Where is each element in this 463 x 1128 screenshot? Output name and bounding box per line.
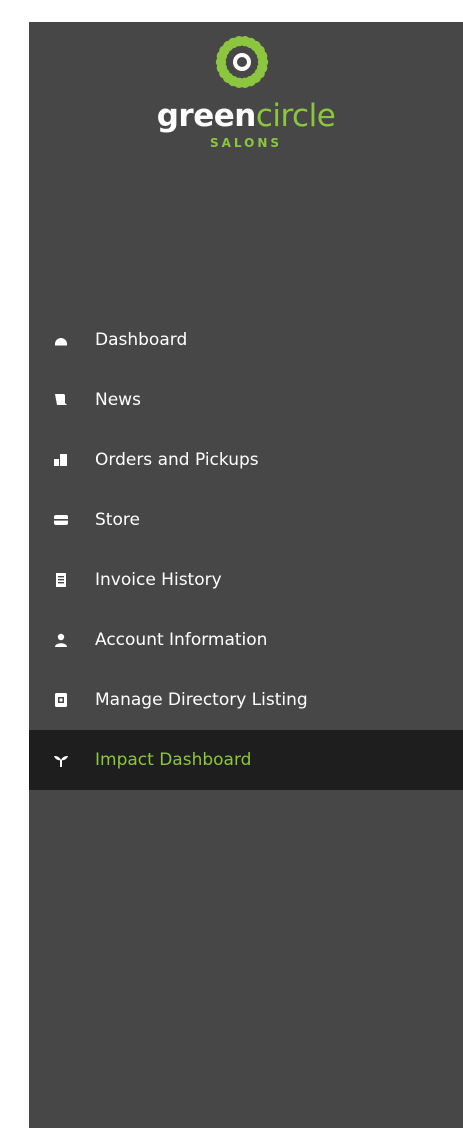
logo[interactable]: greencircle SALONS xyxy=(29,22,463,192)
green-circle-logo-icon xyxy=(215,36,269,88)
sidebar-item-label: Invoice History xyxy=(95,570,222,590)
logo-subtitle: SALONS xyxy=(209,136,283,150)
sidebar-item-label: Manage Directory Listing xyxy=(95,690,308,710)
sidebar-item-news[interactable]: News xyxy=(29,370,463,430)
news-icon xyxy=(53,393,68,408)
invoice-icon xyxy=(53,573,68,588)
sidebar-item-label: Dashboard xyxy=(95,330,188,350)
sidebar-item-dashboard[interactable]: Dashboard xyxy=(29,310,463,370)
logo-wordmark: greencircle xyxy=(29,98,463,134)
sidebar-item-account-information[interactable]: Account Information xyxy=(29,610,463,670)
sprout-icon xyxy=(53,753,68,768)
sidebar-item-store[interactable]: Store xyxy=(29,490,463,550)
sidebar-item-invoice-history[interactable]: Invoice History xyxy=(29,550,463,610)
user-icon xyxy=(53,633,68,648)
sidebar-item-impact-dashboard[interactable]: Impact Dashboard xyxy=(29,730,463,790)
sidebar-item-label: Impact Dashboard xyxy=(95,750,252,770)
sidebar-item-label: Store xyxy=(95,510,140,530)
logo-petal xyxy=(256,50,268,62)
sidebar-nav: Dashboard News Orders and Pickups Store xyxy=(29,310,463,790)
sidebar: greencircle SALONS Dashboard News Orders… xyxy=(29,22,463,1128)
directory-icon xyxy=(53,693,68,708)
dashboard-icon xyxy=(53,333,68,348)
sidebar-item-manage-directory-listing[interactable]: Manage Directory Listing xyxy=(29,670,463,730)
sidebar-item-orders-and-pickups[interactable]: Orders and Pickups xyxy=(29,430,463,490)
sidebar-item-label: News xyxy=(95,390,141,410)
orders-icon xyxy=(53,453,68,468)
sidebar-item-label: Orders and Pickups xyxy=(95,450,259,470)
logo-word-green: green xyxy=(156,98,257,134)
store-icon xyxy=(53,513,68,528)
logo-word-circle: circle xyxy=(255,98,336,134)
sidebar-item-label: Account Information xyxy=(95,630,268,650)
